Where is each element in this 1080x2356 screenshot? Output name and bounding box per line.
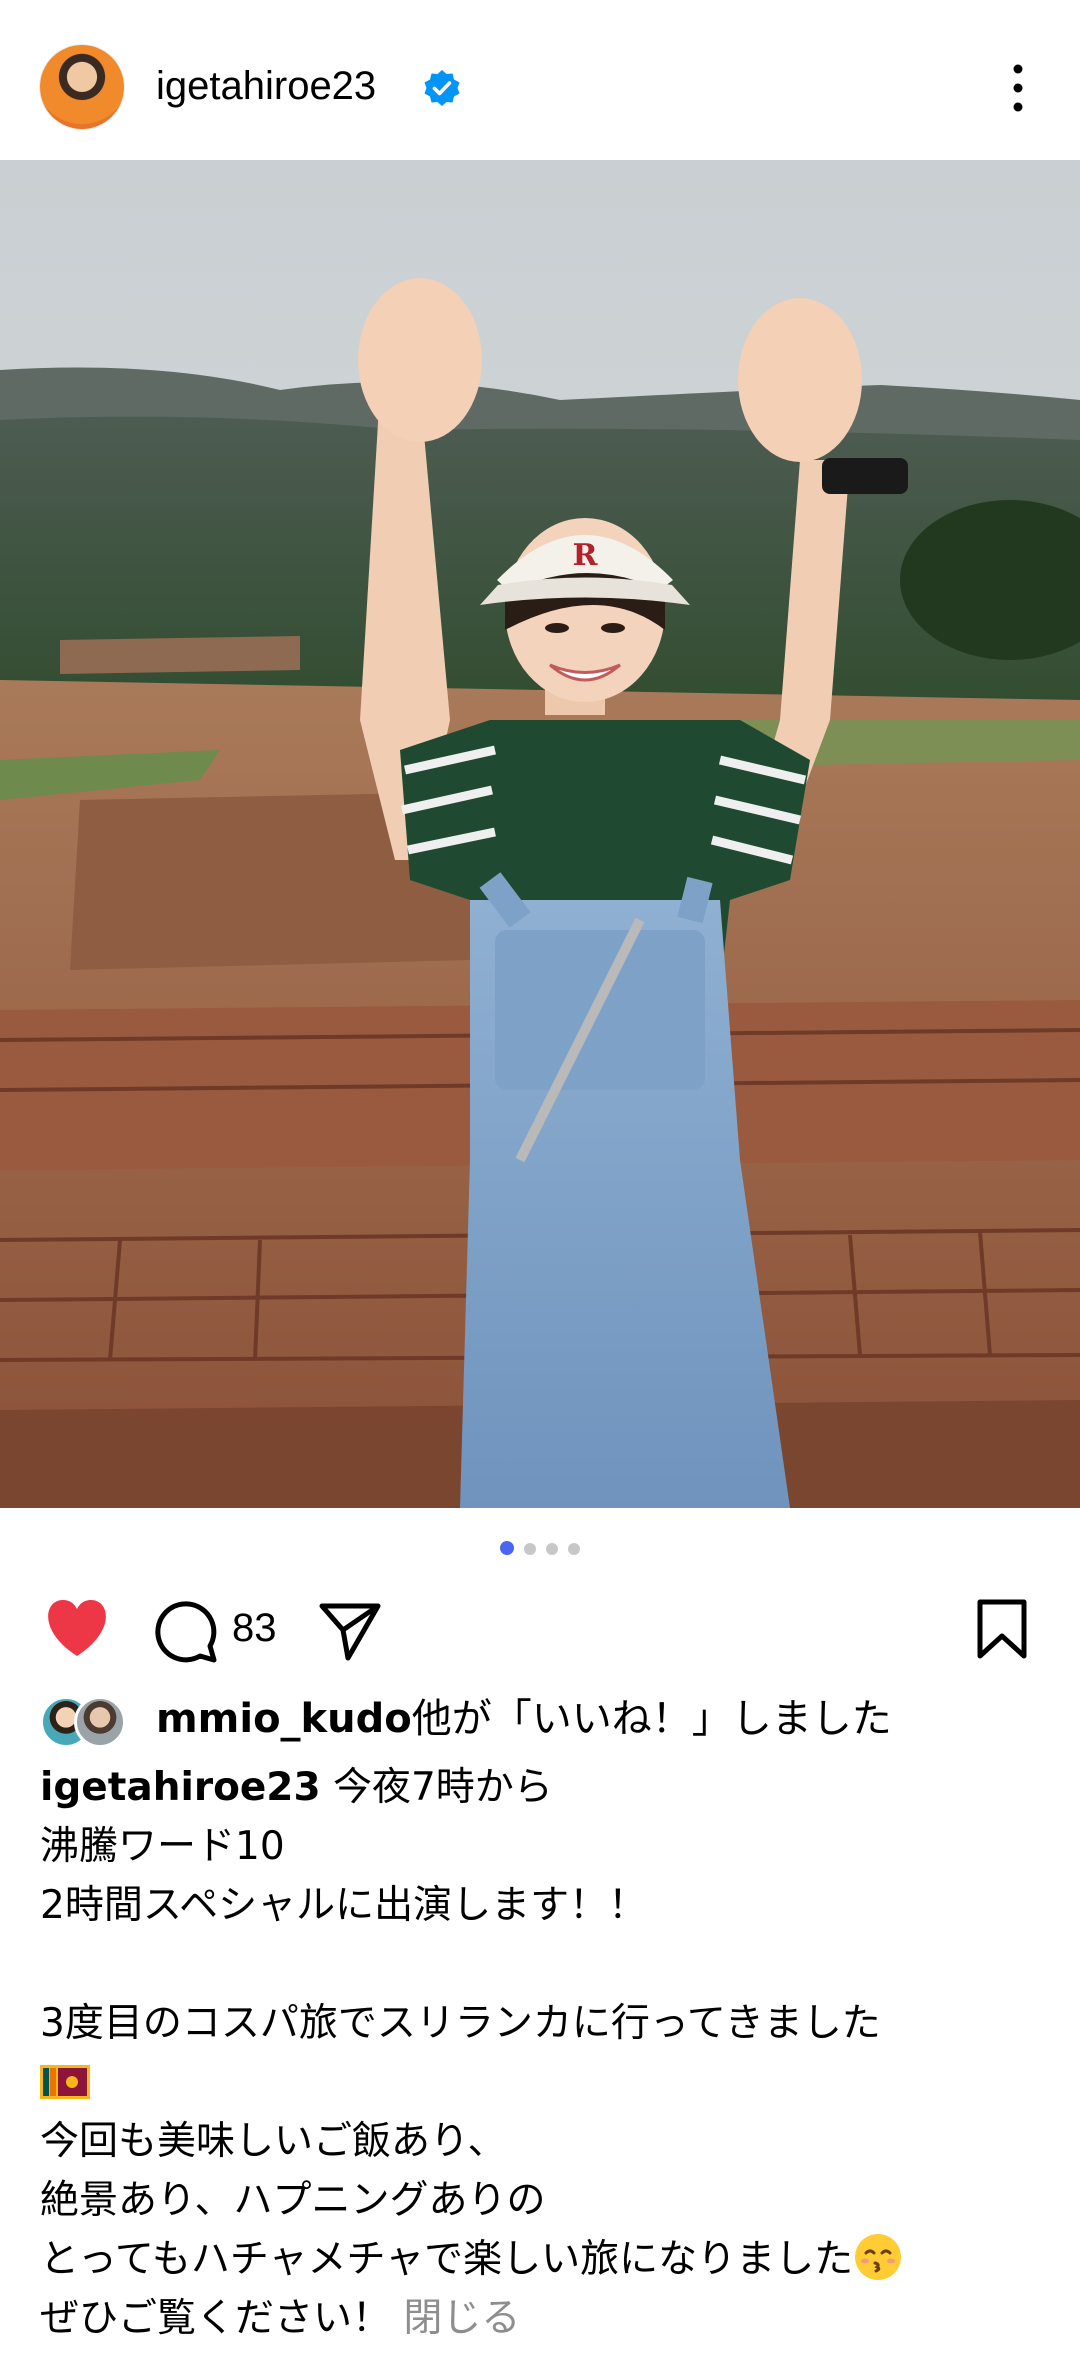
caption-line: 3度目のコスパ旅でスリランカに行ってきました: [40, 2001, 881, 2046]
comment-icon[interactable]: [154, 1600, 218, 1664]
liked-by-text: mmio_kudo他が「いいね！」しました: [156, 1692, 892, 1746]
carousel-dot-active: [500, 1541, 514, 1555]
liked-by-row[interactable]: mmio_kudo他が「いいね！」しました: [40, 1692, 1060, 1748]
bookmark-icon[interactable]: [976, 1598, 1028, 1660]
caption-line: ぜひご覧ください！: [40, 2296, 392, 2341]
post-header: igetahiroe23: [0, 0, 1080, 160]
liker-avatar: [74, 1696, 126, 1748]
caption-line: 沸騰ワード10: [40, 1824, 285, 1869]
caption-close-link[interactable]: 閉じる: [403, 2296, 520, 2341]
more-vertical-icon[interactable]: [1000, 60, 1036, 116]
verified-badge-icon: [424, 70, 460, 106]
liked-by-suffix: 他が「いいね！」しました: [411, 1696, 892, 1742]
caption-line: 2時間スペシャルに出演します！！: [40, 1883, 648, 1928]
post-username[interactable]: igetahiroe23: [156, 62, 376, 110]
carousel-dot: [524, 1543, 536, 1555]
caption-line: 今回も美味しいご飯あり、: [40, 2119, 507, 2164]
sri-lanka-flag-icon: [40, 2065, 90, 2099]
carousel-dot: [546, 1543, 558, 1555]
post-photo[interactable]: R: [0, 160, 1080, 1508]
profile-avatar[interactable]: [40, 45, 124, 129]
send-icon[interactable]: [318, 1600, 382, 1662]
carousel-dot: [568, 1543, 580, 1555]
caption-line: 今夜7時から: [320, 1765, 553, 1810]
comment-count: 83: [232, 1606, 277, 1650]
action-bar: [0, 1590, 1080, 1670]
carousel-indicator: [0, 1540, 1080, 1556]
travel-photo-image: R: [0, 160, 1080, 1508]
caption-line: 絶景あり、ハプニングありの: [40, 2178, 546, 2223]
caption-line: とってもハチャメチャで楽しい旅になりました: [40, 2237, 854, 2282]
kissing-face-icon: [855, 2234, 902, 2280]
caption-username[interactable]: igetahiroe23: [40, 1765, 321, 1810]
post-caption: igetahiroe23 今夜7時から 沸騰ワード10 2時間スペシャルに出演し…: [40, 1758, 1060, 2348]
svg-text:R: R: [573, 538, 599, 573]
heart-filled-icon[interactable]: [44, 1598, 110, 1658]
liked-by-username[interactable]: mmio_kudo: [156, 1696, 412, 1742]
